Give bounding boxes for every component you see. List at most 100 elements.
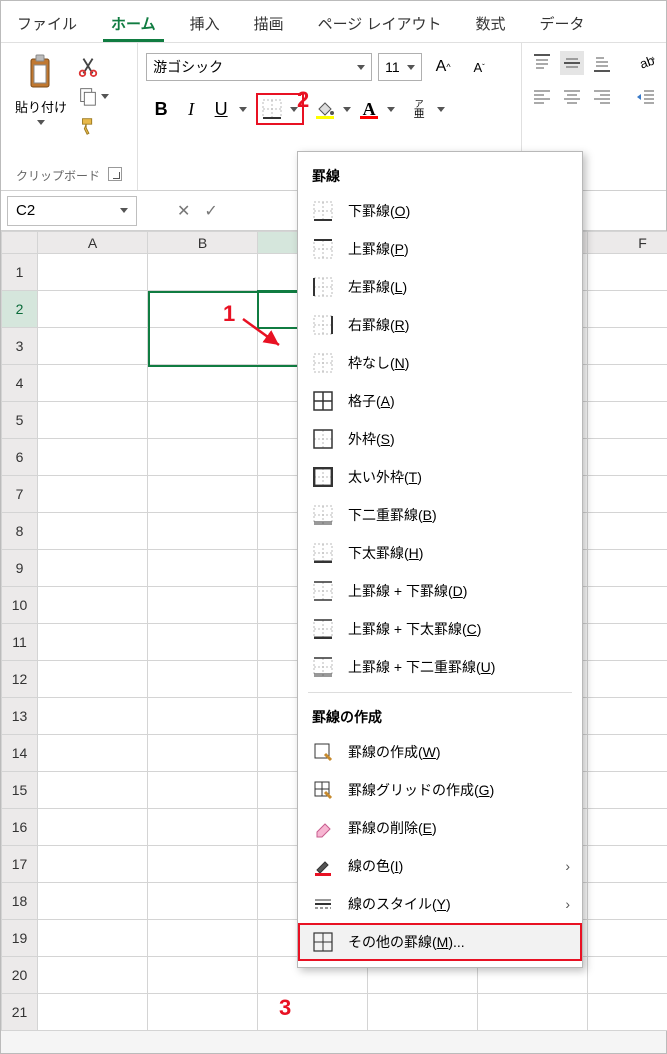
cell[interactable] bbox=[588, 439, 667, 476]
cell[interactable] bbox=[588, 698, 667, 735]
cell[interactable] bbox=[38, 994, 148, 1031]
font-name-select[interactable]: 游ゴシック bbox=[146, 53, 372, 81]
dropdown-item-border-bottom[interactable]: 下罫線(O) bbox=[298, 192, 582, 230]
row-header[interactable]: 9 bbox=[2, 550, 38, 587]
enter-formula-icon[interactable]: ✓ bbox=[204, 201, 217, 221]
cell[interactable] bbox=[38, 587, 148, 624]
row-header[interactable]: 3 bbox=[2, 328, 38, 365]
tab-5[interactable]: 数式 bbox=[467, 3, 513, 42]
cell[interactable] bbox=[148, 476, 258, 513]
fill-color-button[interactable] bbox=[310, 93, 340, 125]
increase-font-size-button[interactable]: A^ bbox=[428, 51, 458, 83]
phonetic-split[interactable] bbox=[434, 93, 448, 125]
name-box[interactable]: C2 bbox=[7, 196, 137, 226]
tab-2[interactable]: 挿入 bbox=[182, 3, 228, 42]
row-header[interactable]: 4 bbox=[2, 365, 38, 402]
phonetic-guide-button[interactable]: ア亜 bbox=[404, 93, 434, 125]
row-header[interactable]: 21 bbox=[2, 994, 38, 1031]
cell[interactable] bbox=[588, 291, 667, 328]
dropdown-item-border-thick-bottom[interactable]: 下太罫線(H) bbox=[298, 534, 582, 572]
row-header[interactable]: 13 bbox=[2, 698, 38, 735]
cell[interactable] bbox=[148, 994, 258, 1031]
cell[interactable] bbox=[38, 476, 148, 513]
row-header[interactable]: 8 bbox=[2, 513, 38, 550]
column-header[interactable]: F bbox=[588, 232, 667, 254]
cell[interactable] bbox=[148, 513, 258, 550]
row-header[interactable]: 2 bbox=[2, 291, 38, 328]
cell[interactable] bbox=[148, 698, 258, 735]
cell[interactable] bbox=[38, 698, 148, 735]
cell[interactable] bbox=[38, 513, 148, 550]
cell[interactable] bbox=[148, 661, 258, 698]
cell[interactable] bbox=[38, 809, 148, 846]
align-center-icon[interactable] bbox=[560, 85, 584, 109]
dropdown-item-border-top-thickbottom[interactable]: 上罫線 + 下太罫線(C) bbox=[298, 610, 582, 648]
dropdown-item-border-right[interactable]: 右罫線(R) bbox=[298, 306, 582, 344]
cut-icon[interactable] bbox=[77, 55, 99, 77]
cell[interactable] bbox=[148, 883, 258, 920]
dropdown-item-erase-border[interactable]: 罫線の削除(E) bbox=[298, 809, 582, 847]
tab-6[interactable]: データ bbox=[532, 3, 593, 42]
cell[interactable] bbox=[148, 772, 258, 809]
cell[interactable] bbox=[148, 402, 258, 439]
cell[interactable] bbox=[148, 624, 258, 661]
cell[interactable] bbox=[588, 957, 667, 994]
align-middle-icon[interactable] bbox=[560, 51, 584, 75]
cell[interactable] bbox=[38, 624, 148, 661]
align-top-icon[interactable] bbox=[530, 51, 554, 75]
cell[interactable] bbox=[588, 587, 667, 624]
cell[interactable] bbox=[148, 846, 258, 883]
dropdown-item-border-left[interactable]: 左罫線(L) bbox=[298, 268, 582, 306]
cell[interactable] bbox=[38, 661, 148, 698]
dropdown-item-line-color[interactable]: 線の色(I)› bbox=[298, 847, 582, 885]
dropdown-item-draw-border[interactable]: 罫線の作成(W) bbox=[298, 733, 582, 771]
cell[interactable] bbox=[38, 846, 148, 883]
font-color-button[interactable]: A bbox=[354, 93, 384, 125]
cell[interactable] bbox=[38, 550, 148, 587]
underline-split[interactable] bbox=[236, 93, 250, 125]
decrease-indent-icon[interactable] bbox=[634, 85, 658, 109]
row-header[interactable]: 15 bbox=[2, 772, 38, 809]
cell[interactable] bbox=[588, 365, 667, 402]
cell[interactable] bbox=[148, 365, 258, 402]
font-size-select[interactable]: 11 bbox=[378, 53, 422, 81]
cell[interactable] bbox=[148, 735, 258, 772]
row-header[interactable]: 5 bbox=[2, 402, 38, 439]
cell[interactable] bbox=[588, 513, 667, 550]
align-left-icon[interactable] bbox=[530, 85, 554, 109]
dropdown-item-line-style[interactable]: 線のスタイル(Y)› bbox=[298, 885, 582, 923]
row-header[interactable]: 20 bbox=[2, 957, 38, 994]
cell[interactable] bbox=[148, 957, 258, 994]
cell[interactable] bbox=[38, 735, 148, 772]
cell[interactable] bbox=[38, 772, 148, 809]
cell[interactable] bbox=[588, 735, 667, 772]
cell[interactable] bbox=[148, 439, 258, 476]
cell[interactable] bbox=[258, 994, 368, 1031]
orientation-icon[interactable]: ab bbox=[634, 51, 658, 75]
tab-4[interactable]: ページ レイアウト bbox=[310, 3, 450, 42]
cell[interactable] bbox=[38, 439, 148, 476]
cell[interactable] bbox=[148, 587, 258, 624]
cell[interactable] bbox=[148, 920, 258, 957]
row-header[interactable]: 6 bbox=[2, 439, 38, 476]
cell[interactable] bbox=[148, 254, 258, 291]
format-painter-icon[interactable] bbox=[77, 115, 99, 137]
cell[interactable] bbox=[588, 624, 667, 661]
row-header[interactable]: 11 bbox=[2, 624, 38, 661]
row-header[interactable]: 17 bbox=[2, 846, 38, 883]
dropdown-item-border-top-bottom[interactable]: 上罫線 + 下罫線(D) bbox=[298, 572, 582, 610]
cell[interactable] bbox=[148, 550, 258, 587]
cancel-formula-icon[interactable]: ✕ bbox=[177, 201, 190, 221]
copy-button[interactable] bbox=[77, 85, 109, 107]
italic-button[interactable]: I bbox=[176, 93, 206, 125]
cell[interactable] bbox=[588, 328, 667, 365]
cell[interactable] bbox=[38, 291, 148, 328]
cell[interactable] bbox=[38, 957, 148, 994]
cell[interactable] bbox=[588, 920, 667, 957]
column-header[interactable]: A bbox=[38, 232, 148, 254]
row-header[interactable]: 7 bbox=[2, 476, 38, 513]
row-header[interactable]: 19 bbox=[2, 920, 38, 957]
dialog-launcher-icon[interactable] bbox=[108, 167, 122, 181]
cell[interactable] bbox=[588, 772, 667, 809]
dropdown-item-draw-grid[interactable]: 罫線グリッドの作成(G) bbox=[298, 771, 582, 809]
